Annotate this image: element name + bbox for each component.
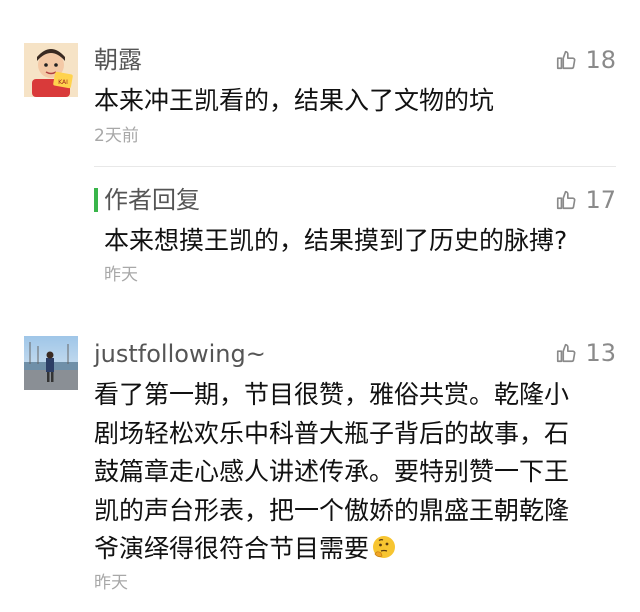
like-count: 13	[585, 339, 616, 367]
comment-username[interactable]: 朝露	[94, 46, 142, 74]
comment-line: 本来冲王凯看的，结果入了文物的坑	[94, 86, 495, 115]
comment-line: 剧场轻松欢乐中科普大瓶子背后的故事，石	[94, 418, 570, 448]
thumbs-up-icon	[557, 190, 576, 210]
thumbs-up-icon	[557, 50, 576, 70]
comment-timestamp: 2天前	[94, 126, 139, 146]
thinking-face-emoji-icon	[371, 533, 397, 572]
avatar[interactable]: KAI	[24, 43, 78, 97]
comment-line: 看了第一期，节目很赞，雅俗共赏。乾隆小	[94, 380, 570, 409]
comment-username[interactable]: justfollowing~	[94, 340, 266, 368]
avatar-photo-icon	[24, 336, 78, 390]
like-button[interactable]: 17	[555, 186, 616, 214]
like-button[interactable]: 18	[555, 46, 616, 74]
like-count: 18	[585, 46, 616, 74]
comment-line: 鼓篇章走心感人讲述传承。要特别赞一下王	[94, 457, 570, 486]
comment-line-last: 爷演绎得很符合节目需要	[94, 530, 569, 572]
avatar[interactable]	[24, 336, 78, 390]
avatar-cartoon-icon: KAI	[24, 43, 78, 97]
author-reply-label: 作者回复	[104, 186, 200, 214]
author-reply-timestamp: 昨天	[104, 265, 138, 285]
divider	[94, 166, 616, 167]
like-count: 17	[585, 186, 616, 214]
thumbs-up-icon	[557, 343, 576, 363]
comment-timestamp: 昨天	[94, 573, 128, 593]
comment-text: 本来冲王凯看的，结果入了文物的坑	[94, 82, 494, 121]
svg-text:KAI: KAI	[58, 79, 68, 86]
reply-indicator-bar	[94, 188, 98, 212]
comment-text: 看了第一期，节目很赞，雅俗共赏。乾隆小 剧场轻松欢乐中科普大瓶子背后的故事，石 …	[94, 376, 569, 572]
comment-line: 爷演绎得很符合节目需要	[94, 534, 370, 563]
comment-line: 凯的声台形表，把一个傲娇的鼎盛王朝乾隆	[94, 495, 570, 525]
author-reply-text: 本来想摸王凯的，结果摸到了历史的脉搏?	[104, 226, 568, 255]
like-button[interactable]: 13	[555, 339, 616, 367]
